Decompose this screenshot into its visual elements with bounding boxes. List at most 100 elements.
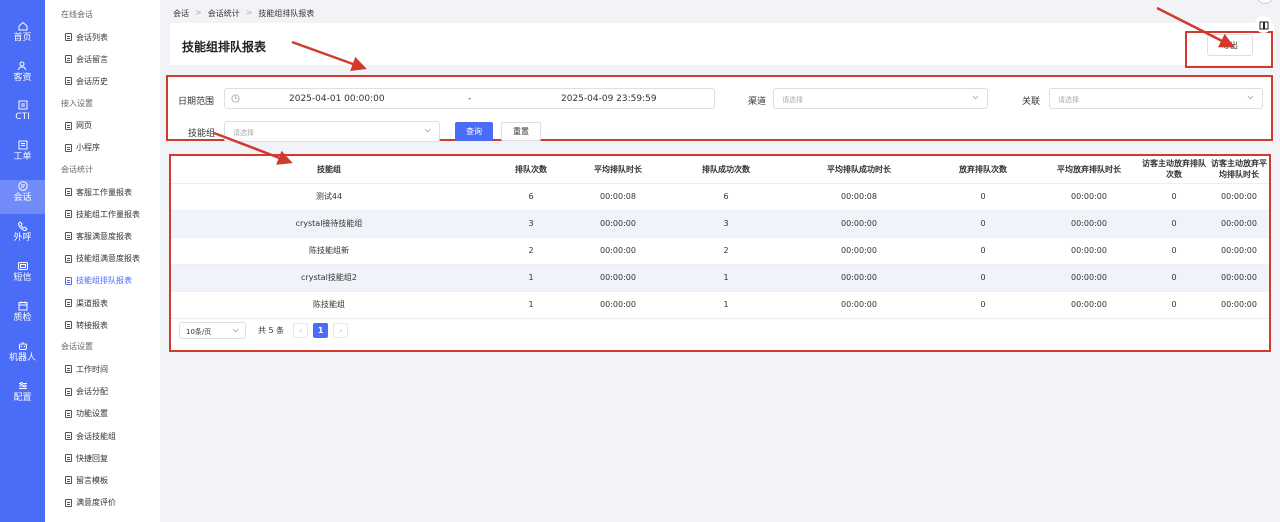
breadcrumb-item[interactable]: 会话统计 [208,8,240,19]
breadcrumb-item: 技能组排队报表 [258,9,315,18]
table-cell: 0 [927,264,1039,292]
skill-group-placeholder: 请选择 [233,129,254,137]
table-cell: 00:00:00 [791,264,927,292]
rail-item-cti[interactable]: CTI [0,99,45,133]
icon-rail: 首页客资 CTI 工单会话外呼短信质检机器人配置 [0,0,45,522]
table-row: crystal技能组2 1 00:00:00 1 00:00:00 0 00:00:00 0 0… [171,264,1269,292]
submenu-item-label: 客服满意度报表 [76,231,132,241]
book-icon[interactable] [1255,16,1272,33]
breadcrumb-item[interactable]: 会话 [173,8,189,19]
rail-item-label: 外呼 [13,233,32,243]
submenu-group-title: 在线会话 [61,10,93,19]
rail-item-chat[interactable]: 会话 [0,180,45,214]
date-end-value[interactable]: 2025-04-09 23:59:59 [561,94,657,104]
submenu-item-label: 转接报表 [76,320,108,330]
table-cell: 00:00:08 [791,183,927,211]
submenu-item[interactable]: 客服工作量报表 [65,184,157,200]
submenu-item[interactable]: 满意度评价 [65,495,157,511]
relation-select[interactable]: 请选择 [1049,88,1263,109]
submenu-item[interactable]: 会话技能组 [65,428,157,444]
rail-item-sms[interactable]: 短信 [0,260,45,294]
channel-label: 渠道 [748,97,767,107]
table-row: crystal接待技能组 3 00:00:00 3 00:00:00 0 00:00:00 0… [171,210,1269,238]
table-cell: 1 [661,264,791,292]
query-button[interactable]: 查询 [455,122,493,141]
document-icon [65,387,72,396]
submenu-item[interactable]: 功能设置 [65,406,157,422]
submenu-item-label: 会话历史 [76,76,108,86]
submenu-item[interactable]: 快捷回复 [65,450,157,466]
date-range-picker[interactable]: 2025-04-01 00:00:00 - 2025-04-09 23:59:5… [224,88,715,109]
submenu-item[interactable]: 会话历史 [65,73,157,89]
table-cell: 00:00:00 [575,210,661,238]
submenu-item[interactable]: 技能组工作量报表 [65,206,157,222]
document-icon [65,476,72,485]
submenu-item[interactable]: 小程序 [65,140,157,156]
rail-item-label: 客资 [13,73,32,83]
table-header-row: 技能组 排队次数 平均排队时长 排队成功次数 平均排队成功时长 放弃排队次数 平均放弃排队时… [171,156,1269,184]
table-cell: 00:00:00 [1209,183,1269,211]
reset-button[interactable]: 重置 [501,122,541,141]
table-cell: 1 [661,291,791,319]
document-icon [65,33,72,41]
rail-item-label: CTI [15,112,30,122]
document-icon [65,188,72,196]
document-icon [65,454,72,463]
document-icon [65,276,72,285]
rail-item-ticket[interactable]: 工单 [0,139,45,173]
page-size-value: 10条/页 [186,328,212,336]
floating-widget-icon[interactable] [1258,0,1272,4]
date-start-value[interactable]: 2025-04-01 00:00:00 [289,94,385,104]
page-size-select[interactable]: 10条/页 [179,322,246,339]
submenu-item-label: 客服工作量报表 [76,187,132,197]
document-icon [65,299,72,307]
rail-item-phone[interactable]: 外呼 [0,220,45,254]
prev-page-button[interactable]: ‹ [293,323,309,338]
rail-item-home[interactable]: 首页 [0,20,45,54]
chevron-down-icon [424,127,431,134]
submenu-item[interactable]: 客服满意度报表 [65,228,157,244]
channel-select[interactable]: 请选择 [773,88,988,109]
submenu-item[interactable]: 留言模板 [65,472,157,488]
table-cell: 0 [927,291,1039,319]
submenu-item[interactable]: 网页 [65,118,157,134]
column-header: 访客主动放弃排队次数 [1139,156,1209,184]
table-cell: 00:00:00 [791,291,927,319]
clock-icon [231,94,240,103]
rail-item-label: 配置 [13,393,32,403]
table-cell: 1 [487,264,575,292]
settings-icon [17,380,29,392]
rail-item-users[interactable]: 客资 [0,60,45,94]
submenu-item[interactable]: 会话列表 [65,29,157,45]
submenu-item[interactable]: 技能组排队报表 [65,273,157,289]
table-cell: 00:00:00 [1039,264,1139,292]
submenu-item-label: 会话分配 [76,387,108,397]
submenu-item[interactable]: 会话留言 [65,51,157,67]
chevron-down-icon [1247,94,1254,101]
page-title: 技能组排队报表 [182,40,267,54]
rail-item-label: 首页 [13,33,32,43]
submenu-item[interactable]: 转接报表 [65,317,157,333]
table-cell: 00:00:08 [575,183,661,211]
rail-item-settings[interactable]: 配置 [0,380,45,414]
relation-label: 关联 [1022,97,1041,107]
skill-group-select[interactable]: 请选择 [224,121,440,142]
date-separator: - [468,94,472,104]
submenu-group-title: 接入设置 [61,98,93,108]
next-page-button[interactable]: › [333,323,349,338]
rail-item-calendar[interactable]: 质检 [0,300,45,334]
table-row: 陈技能组 1 00:00:00 1 00:00:00 0 00:00:00 0 00:00:00 [171,291,1269,319]
rail-item-robot[interactable]: 机器人 [0,340,45,374]
page-header: 技能组排队报表 导出 [170,23,1274,65]
export-highlight-box [1185,31,1273,68]
submenu-item[interactable]: 技能组满意度报表 [65,251,157,267]
table-cell: 00:00:00 [1039,183,1139,211]
rail-item-label: 质检 [13,313,32,323]
page-1-button[interactable]: 1 [313,323,329,338]
table-cell: 00:00:00 [575,264,661,292]
submenu-item[interactable]: 工作时间 [65,361,157,377]
submenu-item[interactable]: 渠道报表 [65,295,157,311]
report-table: 技能组 排队次数 平均排队时长 排队成功次数 平均排队成功时长 放弃排队次数 平均放弃排队时… [171,156,1269,319]
submenu-item[interactable]: 会话分配 [65,384,157,400]
table-cell: 6 [661,183,791,211]
